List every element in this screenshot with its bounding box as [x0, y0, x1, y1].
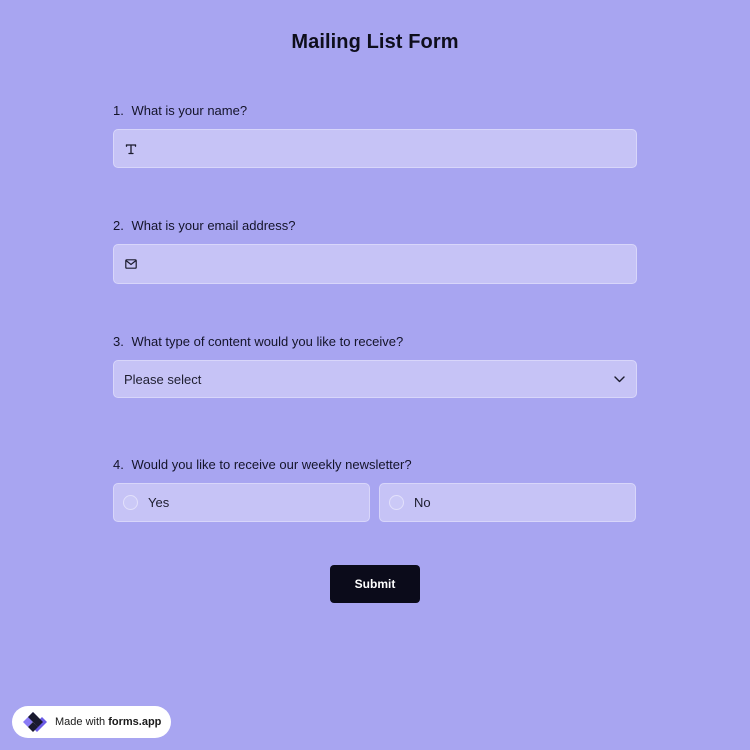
question-number: 3.: [113, 334, 124, 349]
email-field[interactable]: [113, 244, 637, 284]
question-text: What is your name?: [131, 103, 248, 118]
email-input[interactable]: [146, 245, 626, 283]
question-email: 2. What is your email address?: [113, 218, 637, 284]
radio-option-yes[interactable]: Yes: [113, 483, 370, 522]
question-content-type: 3. What type of content would you like t…: [113, 334, 637, 398]
text-icon: [124, 142, 138, 156]
badge-brand: forms.app: [108, 716, 162, 728]
made-with-badge[interactable]: Made with forms.app: [12, 706, 171, 738]
chevron-down-icon: [612, 372, 626, 386]
badge-prefix: Made with: [55, 716, 106, 728]
radio-label: Yes: [148, 495, 170, 510]
question-number: 4.: [113, 457, 124, 472]
radio-label: No: [414, 495, 431, 510]
radio-option-no[interactable]: No: [379, 483, 636, 522]
question-text: What is your email address?: [131, 218, 296, 233]
question-text: What type of content would you like to r…: [131, 334, 404, 349]
question-label: 3. What type of content would you like t…: [113, 334, 637, 350]
forms-app-logo-icon: [20, 710, 50, 734]
question-newsletter: 4. Would you like to receive our weekly …: [113, 457, 637, 522]
form-title: Mailing List Form: [291, 31, 459, 53]
select-value: Please select: [124, 371, 202, 387]
badge-text: Made with forms.app: [55, 716, 161, 728]
submit-button[interactable]: Submit: [330, 565, 420, 603]
mail-icon: [124, 257, 138, 271]
question-text: Would you like to receive our weekly new…: [131, 457, 412, 472]
question-number: 2.: [113, 218, 124, 233]
radio-button[interactable]: [123, 495, 138, 510]
question-label: 1. What is your name?: [113, 103, 637, 119]
radio-button[interactable]: [389, 495, 404, 510]
question-label: 4. Would you like to receive our weekly …: [113, 457, 637, 473]
content-type-select[interactable]: Please select: [113, 360, 637, 398]
question-number: 1.: [113, 103, 124, 118]
name-field[interactable]: [113, 129, 637, 168]
name-input[interactable]: [146, 130, 626, 167]
question-label: 2. What is your email address?: [113, 218, 637, 234]
newsletter-options: Yes No: [113, 483, 637, 522]
question-name: 1. What is your name?: [113, 103, 637, 168]
form-page: Mailing List Form 1. What is your name? …: [0, 0, 750, 750]
